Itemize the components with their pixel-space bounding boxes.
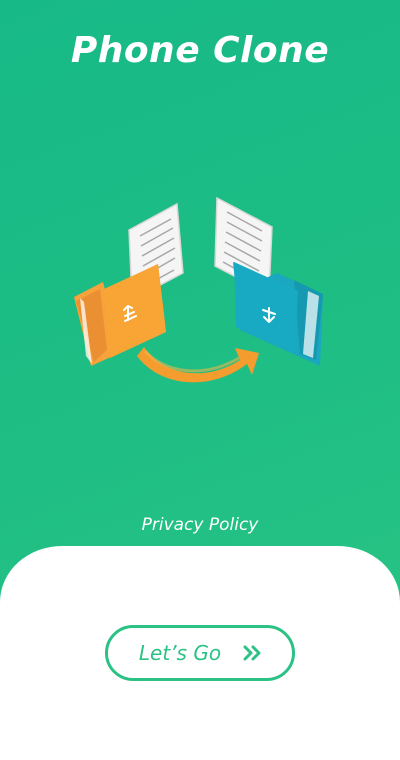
- app-title: Phone Clone: [70, 30, 330, 71]
- folder-upload-icon: [74, 264, 166, 366]
- transfer-illustration: [74, 196, 323, 383]
- curved-arrow-icon: [137, 347, 259, 383]
- privacy-policy-link[interactable]: Privacy Policy: [0, 512, 400, 538]
- lets-go-label: Let’s Go: [138, 641, 222, 665]
- lets-go-button[interactable]: Let’s Go: [105, 625, 295, 681]
- app-screen: Phone Clone Privacy Policy Let’s Go: [0, 0, 400, 760]
- double-chevron-right-icon: [243, 645, 261, 661]
